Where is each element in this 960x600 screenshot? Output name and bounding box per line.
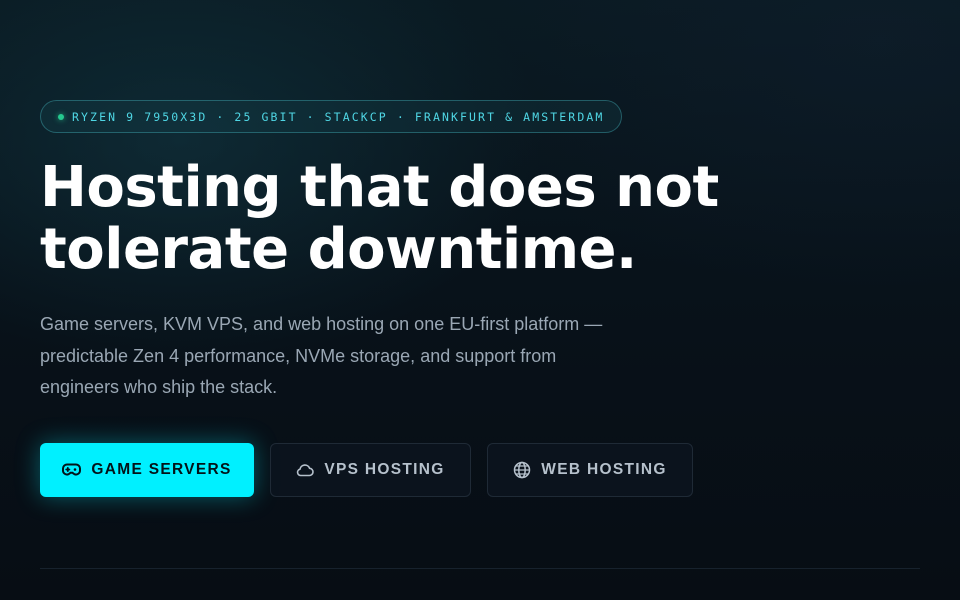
vps-hosting-label: VPS HOSTING: [324, 460, 445, 478]
web-hosting-button[interactable]: WEB HOSTING: [487, 442, 693, 497]
section-divider: [40, 568, 920, 569]
status-dot-icon: [58, 113, 64, 120]
web-hosting-label: WEB HOSTING: [541, 460, 667, 478]
spec-badge-text: RYZEN 9 7950X3D · 25 GBIT · STACKCP · FR…: [72, 109, 605, 124]
spec-badge: RYZEN 9 7950X3D · 25 GBIT · STACKCP · FR…: [40, 100, 623, 133]
game-servers-button[interactable]: GAME SERVERS: [40, 442, 254, 497]
globe-icon: [514, 461, 531, 478]
game-servers-label: GAME SERVERS: [91, 460, 232, 478]
hero-section: RYZEN 9 7950X3D · 25 GBIT · STACKCP · FR…: [40, 100, 920, 497]
hero-subtext: Game servers, KVM VPS, and web hosting o…: [40, 314, 603, 397]
cloud-icon: [297, 463, 315, 476]
vps-hosting-button[interactable]: VPS HOSTING: [270, 442, 471, 497]
gamepad-icon: [62, 463, 82, 476]
hero-headline: Hosting that does not tolerate downtime.: [40, 155, 719, 282]
hero-actions: GAME SERVERS VPS HOSTING WEB HOSTING: [40, 442, 920, 497]
